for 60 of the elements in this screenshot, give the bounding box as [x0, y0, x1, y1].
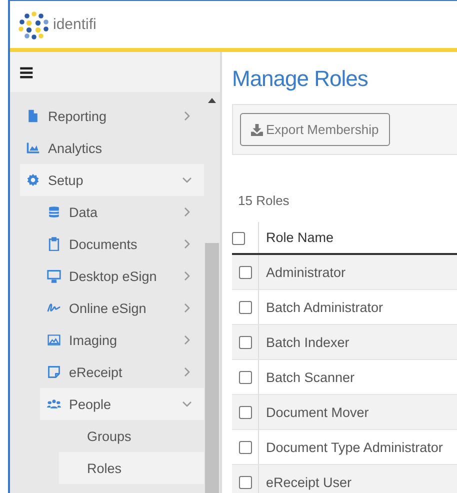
chevron-right-icon [182, 335, 192, 345]
menu-label: Desktop eSign [69, 268, 158, 284]
sidebar-item[interactable]: Setup [20, 164, 204, 196]
table-cell: eReceipt User [258, 464, 457, 493]
picture-icon [47, 333, 61, 347]
sidebar-item[interactable]: eReceipt [10, 356, 204, 388]
chevron-down-icon [182, 175, 192, 185]
receipt-icon [47, 365, 61, 379]
download-icon [251, 124, 263, 136]
area-chart-icon [26, 141, 40, 155]
table-cell: Document Mover [258, 394, 457, 430]
menu-label: People [69, 396, 112, 412]
row-checkbox[interactable] [238, 476, 252, 490]
gear-icon [26, 173, 40, 187]
sidebar-item[interactable]: Documents [10, 228, 204, 260]
row-checkbox[interactable] [238, 406, 252, 420]
menu-label: Documents [69, 236, 138, 252]
scroll-up-icon[interactable] [208, 98, 216, 103]
table-cell: Batch Indexer [258, 324, 457, 360]
scrollbar-thumb[interactable] [205, 243, 219, 493]
menu-label: Reporting [48, 108, 108, 124]
monitor-icon [47, 269, 61, 283]
select-all-checkbox[interactable] [232, 232, 245, 245]
people-icon [47, 397, 61, 411]
menu-label: Analytics [48, 140, 104, 156]
document-icon [26, 109, 40, 123]
chevron-right-icon [182, 239, 192, 249]
sidebar-item[interactable]: Reporting [10, 100, 204, 132]
chevron-right-icon [182, 271, 192, 281]
row-checkbox[interactable] [238, 371, 252, 384]
sidebar-item[interactable]: Roles [59, 452, 204, 484]
menu-label: Imaging [69, 332, 118, 348]
chevron-right-icon [182, 111, 192, 121]
menu-label: Online eSign [69, 300, 148, 316]
export-button[interactable]: Export Membership [240, 113, 390, 146]
sidebar-item[interactable]: Desktop eSign [10, 260, 204, 292]
page-title: Manage Roles [232, 66, 369, 92]
chevron-right-icon [182, 367, 192, 377]
menu-label: Data [69, 204, 99, 220]
menu-label: eReceipt [69, 364, 124, 380]
row-checkbox[interactable] [238, 336, 252, 350]
row-checkbox[interactable] [238, 441, 252, 454]
sidebar-item[interactable]: Imaging [10, 324, 204, 356]
row-checkbox[interactable] [238, 301, 252, 314]
row-checkbox[interactable] [238, 266, 252, 280]
chevron-down-icon [182, 399, 192, 409]
clipboard-icon [47, 237, 61, 251]
menu-button[interactable]: ≡ [16, 62, 37, 82]
sidebar-item[interactable]: Analytics [10, 132, 204, 164]
sidebar-item[interactable]: People [40, 388, 204, 420]
menu-label: Setup [48, 172, 84, 188]
sidebar-item[interactable]: Groups [10, 420, 204, 452]
sidebar-item[interactable]: Data [10, 196, 204, 228]
sidebar-item[interactable]: Online eSign [10, 292, 204, 324]
role-count: 15 Roles [238, 193, 290, 208]
database-icon [47, 205, 61, 219]
chevron-right-icon [182, 303, 192, 313]
table-cell: Administrator [258, 254, 457, 290]
logo-text: identifi [53, 16, 96, 33]
chevron-right-icon [182, 207, 192, 217]
